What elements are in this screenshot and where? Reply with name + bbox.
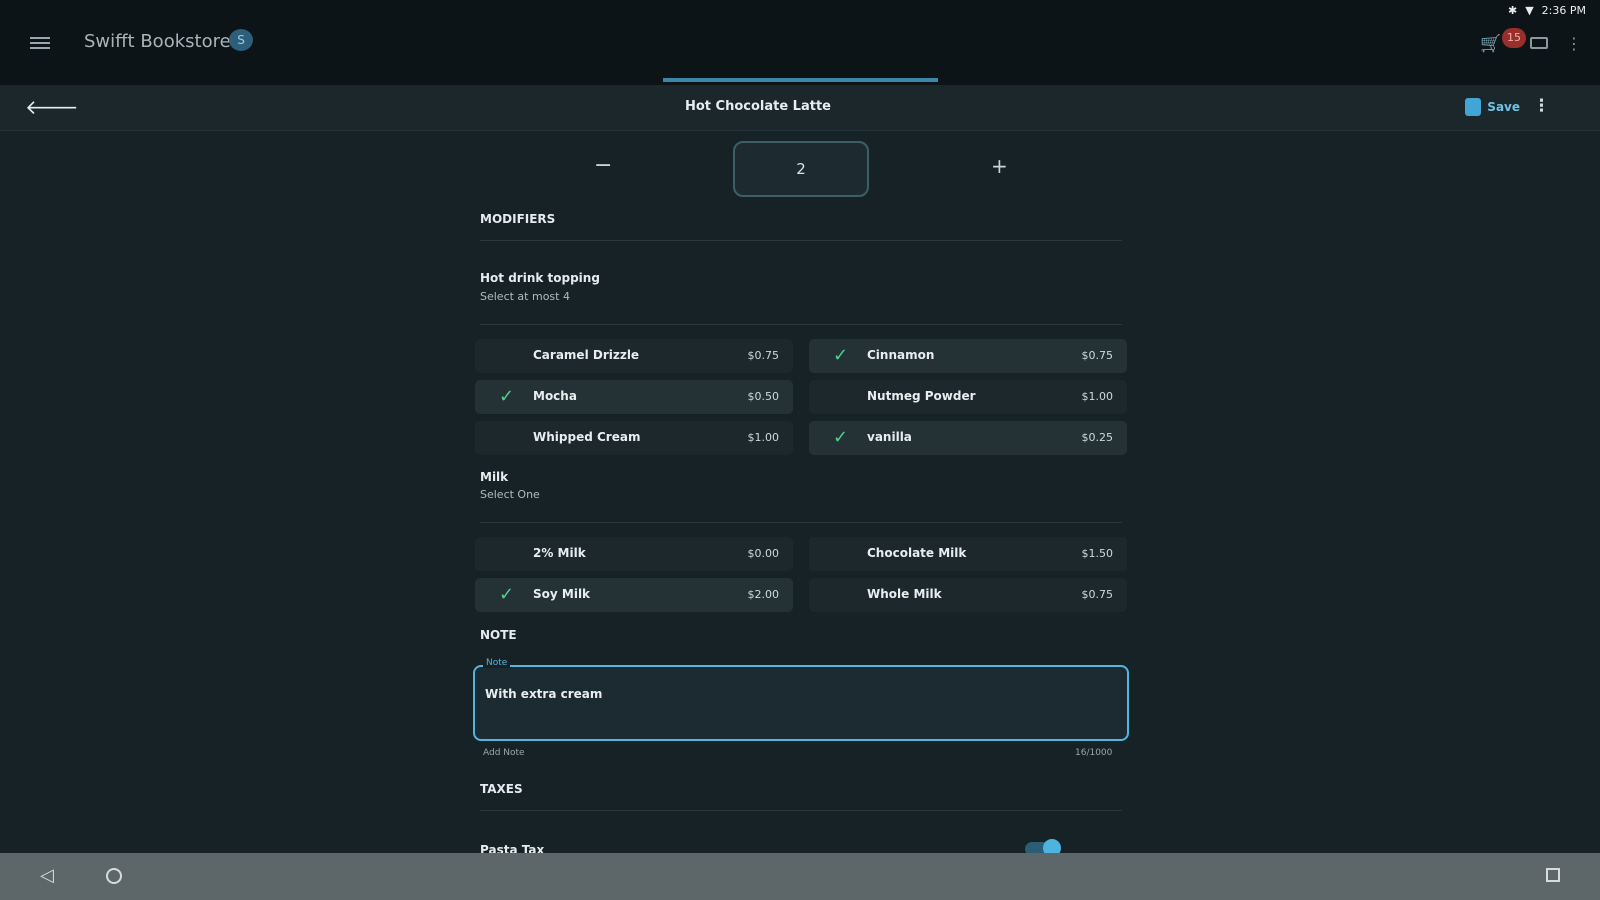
option-price: $1.00: [747, 431, 780, 444]
more-options-icon[interactable]: ⋮: [1533, 96, 1550, 116]
option-name: Chocolate Milk: [867, 546, 967, 560]
store-badge: S: [229, 29, 253, 51]
option-name: Whole Milk: [867, 587, 942, 601]
cart-count-badge: 15: [1502, 28, 1526, 48]
system-nav-bar: ◁: [0, 853, 1600, 900]
option-chocolate-milk[interactable]: Chocolate Milk $1.50: [809, 537, 1127, 571]
tab-indicator: [663, 78, 938, 82]
checkmark-icon: ✓: [833, 427, 849, 448]
option-nutmeg-powder[interactable]: Nutmeg Powder $1.00: [809, 380, 1127, 414]
option-soy-milk[interactable]: ✓ Soy Milk $2.00: [475, 578, 793, 612]
app-title: Swifft Bookstore: [84, 31, 231, 52]
option-whole-milk[interactable]: Whole Milk $0.75: [809, 578, 1127, 612]
option-name: Nutmeg Powder: [867, 389, 976, 403]
option-price: $0.50: [747, 390, 780, 403]
option-name: vanilla: [867, 430, 912, 444]
divider: [480, 522, 1122, 523]
app-bar: ✱ ▼ 2:36 PM Swifft Bookstore S 🛒 15 ⋮: [0, 0, 1600, 85]
note-heading: NOTE: [480, 628, 517, 642]
option-2-percent-milk[interactable]: 2% Milk $0.00: [475, 537, 793, 571]
option-name: Cinnamon: [867, 348, 935, 362]
option-cinnamon[interactable]: ✓ Cinnamon $0.75: [809, 339, 1127, 373]
divider: [480, 324, 1122, 325]
note-char-counter: 16/1000: [1075, 748, 1113, 758]
nav-home-icon[interactable]: [106, 868, 122, 884]
status-time: 2:36 PM: [1541, 4, 1586, 17]
checkmark-icon: ✓: [499, 584, 515, 605]
keyboard-icon[interactable]: [1530, 37, 1548, 49]
option-caramel-drizzle[interactable]: Caramel Drizzle $0.75: [475, 339, 793, 373]
item-title: Hot Chocolate Latte: [684, 99, 831, 114]
option-price: $0.75: [1081, 588, 1114, 601]
divider: [480, 240, 1122, 241]
option-price: $2.00: [747, 588, 780, 601]
option-price: $0.00: [747, 547, 780, 560]
save-button[interactable]: Save: [1465, 98, 1520, 116]
option-mocha[interactable]: ✓ Mocha $0.50: [475, 380, 793, 414]
group-title-milk: Milk: [480, 470, 509, 484]
option-price: $1.50: [1081, 547, 1114, 560]
group-subtitle-milk: Select One: [480, 488, 540, 501]
option-price: $0.75: [1081, 349, 1114, 362]
note-helper-text: Add Note: [483, 748, 525, 758]
app-overflow-icon[interactable]: ⋮: [1566, 34, 1582, 53]
divider: [480, 810, 1122, 811]
quantity-field[interactable]: 2: [733, 141, 869, 197]
quantity-increase-button[interactable]: +: [991, 154, 1008, 178]
option-vanilla[interactable]: ✓ vanilla $0.25: [809, 421, 1127, 455]
option-name: Soy Milk: [533, 587, 591, 601]
option-price: $0.25: [1081, 431, 1114, 444]
status-bar: ✱ ▼ 2:36 PM: [1508, 4, 1586, 17]
option-whipped-cream[interactable]: Whipped Cream $1.00: [475, 421, 793, 455]
checkmark-icon: ✓: [833, 345, 849, 366]
option-price: $1.00: [1081, 390, 1114, 403]
modifiers-heading: MODIFIERS: [480, 212, 556, 226]
note-value: With extra cream: [485, 687, 603, 701]
note-floating-label: Note: [483, 658, 511, 668]
quantity-decrease-button[interactable]: −: [594, 153, 612, 178]
option-name: Mocha: [533, 389, 577, 403]
save-icon: [1465, 98, 1482, 116]
menu-icon[interactable]: [30, 34, 50, 52]
save-label: Save: [1487, 100, 1520, 114]
item-header: 🡐 Hot Chocolate Latte Save ⋮: [0, 85, 1600, 131]
option-name: 2% Milk: [533, 546, 586, 560]
taxes-heading: TAXES: [480, 782, 523, 796]
nav-back-icon[interactable]: ◁: [40, 865, 54, 886]
cart-icon[interactable]: 🛒: [1480, 34, 1501, 54]
note-input[interactable]: Note With extra cream: [473, 658, 1129, 741]
option-name: Whipped Cream: [533, 430, 641, 444]
option-price: $0.75: [747, 349, 780, 362]
checkmark-icon: ✓: [499, 386, 515, 407]
group-subtitle-topping: Select at most 4: [480, 290, 570, 303]
wifi-icon: ▼: [1525, 4, 1534, 17]
nav-recents-icon[interactable]: [1546, 868, 1560, 882]
option-name: Caramel Drizzle: [533, 348, 640, 362]
bluetooth-icon: ✱: [1507, 4, 1518, 17]
group-title-topping: Hot drink topping: [480, 271, 600, 285]
